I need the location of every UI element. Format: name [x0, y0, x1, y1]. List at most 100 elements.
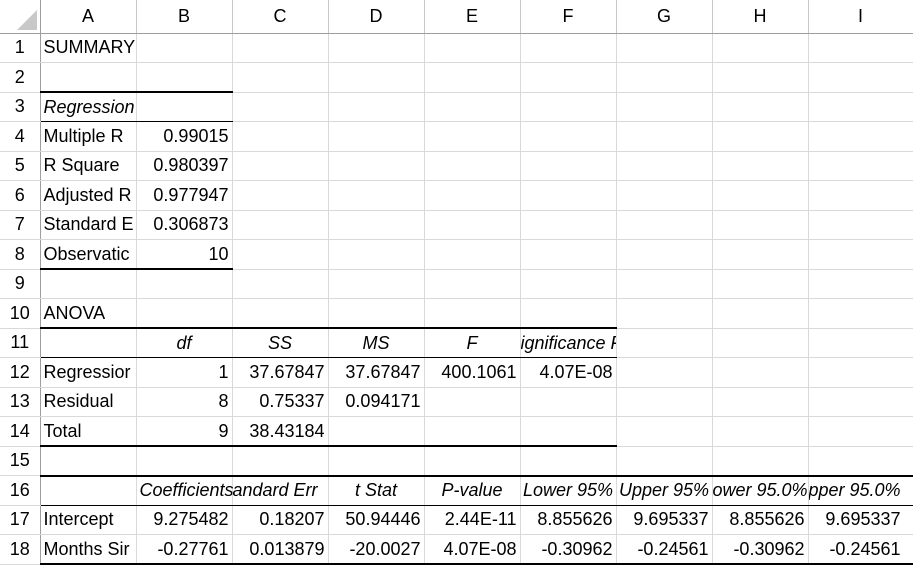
cell-i5[interactable] [808, 151, 913, 181]
coef-header-p-value[interactable]: P-value [424, 475, 521, 506]
anova-header-ss[interactable]: SS [232, 328, 329, 358]
column-header-a[interactable]: A [40, 0, 137, 34]
cell-b1[interactable] [136, 33, 233, 63]
coef-label-months-since[interactable]: Months Sir [40, 534, 137, 565]
cell-i12[interactable] [808, 357, 913, 388]
cell-f1[interactable] [520, 33, 617, 63]
stat-label-multiple-r[interactable]: Multiple R [40, 121, 137, 152]
anova-residual-ms[interactable]: 0.094171 [328, 387, 425, 417]
cell-h3[interactable] [712, 92, 809, 122]
row-header-13[interactable]: 13 [0, 387, 41, 417]
row-header-16[interactable]: 16 [0, 475, 41, 506]
cell-c9[interactable] [232, 269, 329, 299]
cell-g1[interactable] [616, 33, 713, 63]
cell-b9[interactable] [136, 269, 233, 299]
coef-header-upper-95[interactable]: Upper 95% [616, 475, 713, 506]
cell-h2[interactable] [712, 62, 809, 93]
cell-i3[interactable] [808, 92, 913, 122]
cell-g10[interactable] [616, 298, 713, 329]
cell-g9[interactable] [616, 269, 713, 299]
row-header-6[interactable]: 6 [0, 180, 41, 211]
cell-i1[interactable] [808, 33, 913, 63]
cell-g3[interactable] [616, 92, 713, 122]
cell-c3[interactable] [232, 92, 329, 122]
row-header-18[interactable]: 18 [0, 534, 41, 565]
cell-i2[interactable] [808, 62, 913, 93]
anova-residual-df[interactable]: 8 [136, 387, 233, 417]
cell-g12[interactable] [616, 357, 713, 388]
anova-regression-f[interactable]: 400.1061 [424, 357, 521, 388]
cell-f3[interactable] [520, 92, 617, 122]
cell-d7[interactable] [328, 210, 425, 240]
cell-i7[interactable] [808, 210, 913, 240]
cell-h8[interactable] [712, 239, 809, 270]
cell-e10[interactable] [424, 298, 521, 329]
stat-value-adjusted-r-square[interactable]: 0.977947 [136, 180, 233, 211]
anova-regression-ss[interactable]: 37.67847 [232, 357, 329, 388]
anova-header-ms[interactable]: MS [328, 328, 425, 358]
row-header-5[interactable]: 5 [0, 151, 41, 181]
cell-h9[interactable] [712, 269, 809, 299]
row-header-2[interactable]: 2 [0, 62, 41, 93]
cell-g15[interactable] [616, 446, 713, 477]
cell-c10[interactable] [232, 298, 329, 329]
anova-regression-df[interactable]: 1 [136, 357, 233, 388]
anova-header-f[interactable]: F [424, 328, 521, 358]
row-header-1[interactable]: 1 [0, 33, 41, 63]
cell-a2[interactable] [40, 62, 137, 93]
cell-f9[interactable] [520, 269, 617, 299]
row-header-7[interactable]: 7 [0, 210, 41, 240]
cell-h15[interactable] [712, 446, 809, 477]
coef-intercept-lower-95[interactable]: 8.855626 [520, 505, 617, 535]
cell-f6[interactable] [520, 180, 617, 211]
cell-d5[interactable] [328, 151, 425, 181]
anova-total-ms[interactable] [328, 416, 425, 447]
coef-months-lower-95[interactable]: -0.30962 [520, 534, 617, 565]
row-header-11[interactable]: 11 [0, 328, 41, 358]
coef-months-lower-95-0[interactable]: -0.30962 [712, 534, 809, 565]
cell-a9[interactable] [40, 269, 137, 299]
row-header-14[interactable]: 14 [0, 416, 41, 447]
cell-g7[interactable] [616, 210, 713, 240]
coef-intercept-coefficient[interactable]: 9.275482 [136, 505, 233, 535]
anova-label-regression[interactable]: Regressior [40, 357, 137, 388]
cell-i4[interactable] [808, 121, 913, 152]
cell-b2[interactable] [136, 62, 233, 93]
column-header-c[interactable]: C [232, 0, 329, 34]
cell-c4[interactable] [232, 121, 329, 152]
coef-intercept-standard-error[interactable]: 0.18207 [232, 505, 329, 535]
cell-b10[interactable] [136, 298, 233, 329]
cell-e2[interactable] [424, 62, 521, 93]
cell-d6[interactable] [328, 180, 425, 211]
coef-intercept-lower-95-0[interactable]: 8.855626 [712, 505, 809, 535]
cell-g4[interactable] [616, 121, 713, 152]
cell-d15[interactable] [328, 446, 425, 477]
anova-header-df[interactable]: df [136, 328, 233, 358]
cell-h1[interactable] [712, 33, 809, 63]
coef-months-t-stat[interactable]: -20.0027 [328, 534, 425, 565]
cell-e6[interactable] [424, 180, 521, 211]
coef-months-upper-95[interactable]: -0.24561 [616, 534, 713, 565]
cell-g8[interactable] [616, 239, 713, 270]
column-header-i[interactable]: I [808, 0, 913, 34]
anova-label-total[interactable]: Total [40, 416, 137, 447]
cell-e8[interactable] [424, 239, 521, 270]
cell-a16[interactable] [40, 475, 137, 506]
stat-label-standard-error[interactable]: Standard E [40, 210, 137, 240]
row-header-15[interactable]: 15 [0, 446, 41, 476]
cell-i15[interactable] [808, 446, 913, 477]
row-header-9[interactable]: 9 [0, 269, 41, 299]
coef-header-lower-95[interactable]: Lower 95% [520, 475, 617, 506]
cell-h4[interactable] [712, 121, 809, 152]
cell-g13[interactable] [616, 387, 713, 417]
cell-d10[interactable] [328, 298, 425, 329]
cell-g2[interactable] [616, 62, 713, 93]
coef-header-upper-95-0[interactable]: pper 95.0% [808, 475, 913, 506]
cell-d3[interactable] [328, 92, 425, 122]
coef-intercept-upper-95-0[interactable]: 9.695337 [808, 505, 913, 535]
cell-f2[interactable] [520, 62, 617, 93]
cell-c2[interactable] [232, 62, 329, 93]
cell-e1[interactable] [424, 33, 521, 63]
cell-e3[interactable] [424, 92, 521, 122]
cell-c1[interactable] [232, 33, 329, 63]
